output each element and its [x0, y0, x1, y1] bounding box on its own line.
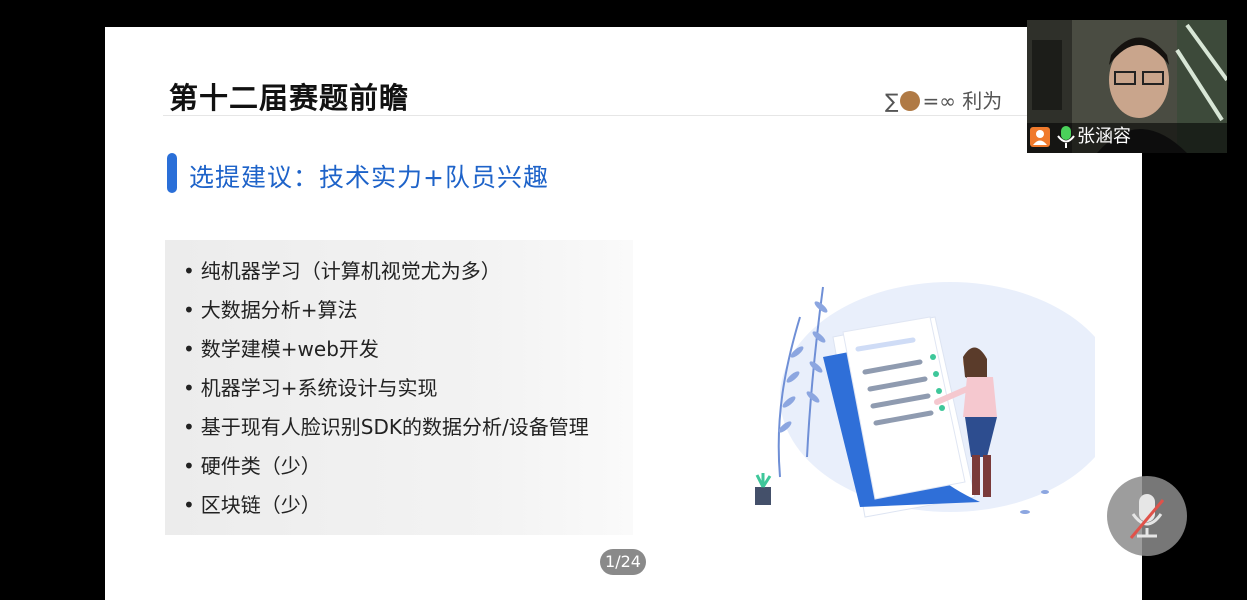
bullet-text: 纯机器学习（计算机视觉尤为多） — [200, 259, 501, 283]
bullet-text: 数学建模+web开发 — [200, 337, 379, 361]
mute-toggle-button[interactable] — [1107, 476, 1187, 556]
brand-suffix: =∞ 利为 — [922, 89, 1003, 113]
bullet-item: • 机器学习+系统设计与实现 — [183, 371, 633, 410]
bullet-text: 区块链（少） — [200, 493, 321, 517]
bullet-list-panel: • 纯机器学习（计算机视觉尤为多） • 大数据分析+算法 • 数学建模+web开发 •… — [165, 240, 633, 535]
bullet-dot: • — [183, 376, 195, 400]
bullet-item: • 大数据分析+算法 — [183, 293, 633, 332]
owl-icon — [900, 91, 921, 111]
brand-logo: ∑ =∞ 利为 — [885, 85, 1002, 114]
title-divider — [163, 115, 1043, 116]
presentation-slide: 第十二届赛题前瞻 ∑ =∞ 利为 选提建议：技术实力+队员兴趣 • 纯机器学习（计算… — [105, 27, 1142, 600]
slide-title: 第十二届赛题前瞻 — [169, 81, 410, 115]
bullet-dot: • — [183, 493, 195, 517]
subtitle-accent-bar — [167, 153, 177, 193]
participant-name-bar: 张涵容 — [1027, 123, 1227, 153]
bullet-text: 基于现有人脸识别SDK的数据分析/设备管理 — [200, 415, 589, 439]
mic-muted-icon — [1129, 494, 1165, 539]
bullet-dot: • — [183, 337, 195, 361]
bullet-text: 大数据分析+算法 — [200, 298, 358, 322]
bullet-text: 硬件类（少） — [200, 454, 321, 478]
bullet-list: • 纯机器学习（计算机视觉尤为多） • 大数据分析+算法 • 数学建模+web开发 •… — [165, 240, 633, 527]
bullet-dot: • — [183, 298, 195, 322]
user-icon — [1030, 127, 1050, 147]
brand-sigma: ∑ — [885, 89, 899, 113]
bullet-dot: • — [183, 454, 195, 478]
slide-subtitle: 选提建议：技术实力+队员兴趣 — [189, 163, 549, 192]
checklist-illustration — [755, 282, 1095, 518]
bullet-item: • 数学建模+web开发 — [183, 332, 633, 371]
bullet-dot: • — [183, 259, 195, 283]
participant-video-tile[interactable]: 张涵容 — [1027, 20, 1227, 153]
bullet-dot: • — [183, 415, 195, 439]
mic-active-icon — [1057, 126, 1075, 148]
participant-name: 张涵容 — [1077, 126, 1131, 147]
bullet-item: • 纯机器学习（计算机视觉尤为多） — [183, 254, 633, 293]
bullet-text: 机器学习+系统设计与实现 — [200, 376, 438, 400]
page-indicator: 1/24 — [600, 549, 646, 575]
bullet-item: • 基于现有人脸识别SDK的数据分析/设备管理 — [183, 410, 633, 449]
bullet-item: • 硬件类（少） — [183, 449, 633, 488]
bullet-item: • 区块链（少） — [183, 488, 633, 527]
